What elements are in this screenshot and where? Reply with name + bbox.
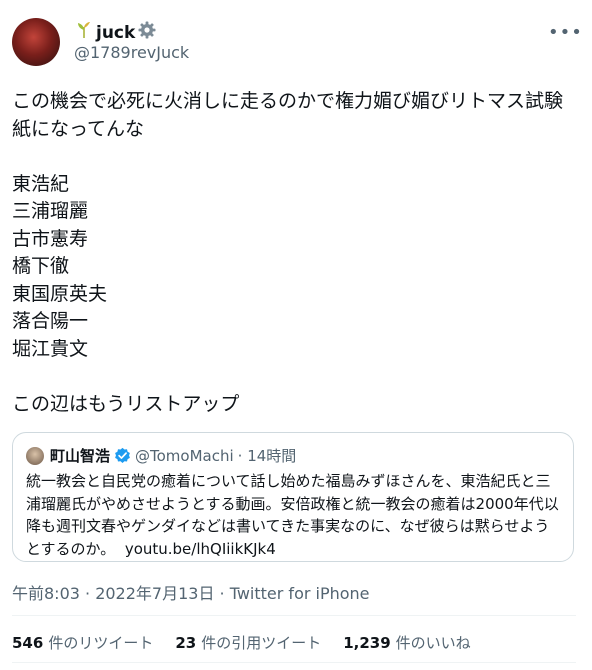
quoted-author-name: 町山智浩 — [50, 447, 111, 465]
likes-label: 件のいいね — [395, 634, 471, 652]
quoted-tweet-text: 統一教会と自民党の癒着について話し始めた福島みずほさんを、東浩紀氏と三浦瑠麗氏が… — [26, 470, 562, 560]
retweets-count: 546 — [12, 634, 44, 652]
divider — [12, 615, 576, 616]
avatar[interactable] — [12, 18, 60, 66]
tweet-meta: 午前8:03 · 2022年7月13日 · Twitter for iPhone — [12, 580, 370, 604]
tweet-text: この機会で必死に火消しに走るのかで権力媚び媚びリトマス試験紙になってんな 東浩紀… — [12, 90, 564, 415]
quoted-tweet[interactable]: 町山智浩 @TomoMachi · 14時間 統一教会と自民党の癒着について話し… — [12, 432, 574, 562]
verified-badge-icon — [114, 447, 131, 464]
more-options-icon[interactable]: ••• — [548, 22, 583, 43]
quoted-author-handle: @TomoMachi — [135, 446, 234, 465]
sprout-icon — [74, 21, 94, 44]
likes-stat[interactable]: 1,239 件のいいね — [343, 632, 470, 653]
quotes-label: 件の引用ツイート — [201, 634, 322, 652]
tweet: juck @1789revJuck ••• この機会で必死に火消しに走るのかで権… — [0, 0, 592, 670]
quoted-time: · 14時間 — [237, 447, 297, 465]
quoted-avatar[interactable] — [26, 446, 44, 465]
author-handle[interactable]: @1789revJuck — [74, 43, 189, 62]
gear-icon — [137, 20, 157, 45]
quotes-count: 23 — [175, 634, 197, 652]
author-display-name[interactable]: juck — [74, 20, 157, 45]
quoted-link[interactable]: youtu.be/lhQIiikKJk4 — [125, 540, 276, 558]
divider-bottom — [12, 662, 576, 663]
tweet-timestamp[interactable]: 午前8:03 · 2022年7月13日 — [12, 584, 214, 603]
quoted-text-body: 統一教会と自民党の癒着について話し始めた福島みずほさんを、東浩紀氏と三浦瑠麗氏が… — [26, 472, 559, 558]
author-name: juck — [96, 22, 136, 43]
retweets-stat[interactable]: 546 件のリツイート — [12, 632, 153, 653]
tweet-stats: 546 件のリツイート 23 件の引用ツイート 1,239 件のいいね — [12, 632, 493, 653]
quotes-stat[interactable]: 23 件の引用ツイート — [175, 632, 321, 653]
retweets-label: 件のリツイート — [48, 634, 154, 652]
likes-count: 1,239 — [343, 634, 391, 652]
quoted-tweet-header: 町山智浩 @TomoMachi · 14時間 — [26, 445, 296, 466]
tweet-source: · Twitter for iPhone — [219, 584, 370, 603]
